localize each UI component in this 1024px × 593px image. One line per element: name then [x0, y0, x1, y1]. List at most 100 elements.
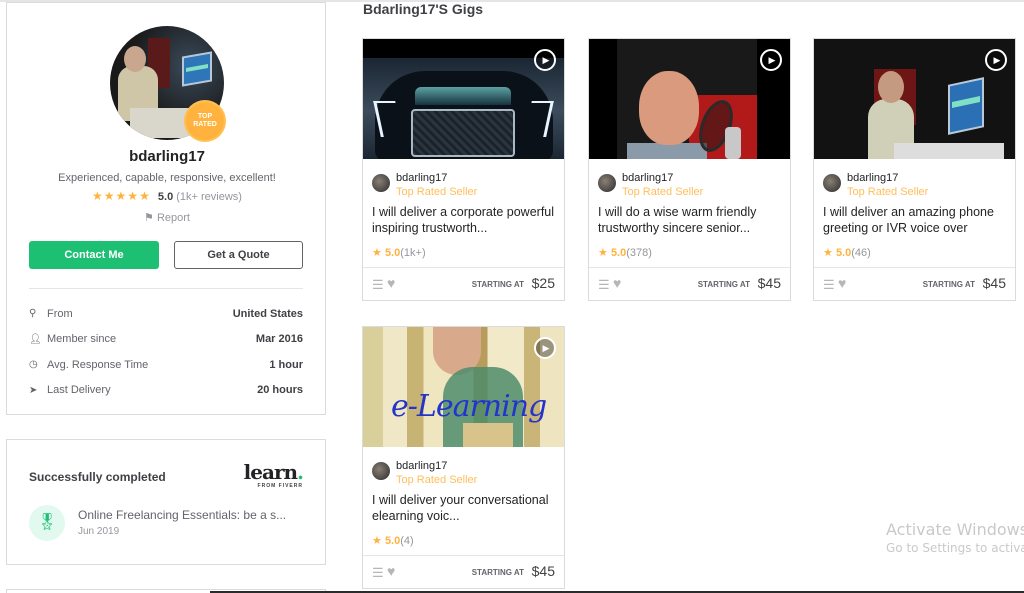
stat-label: Last Delivery: [47, 384, 111, 397]
star-icon: ★: [823, 247, 833, 259]
thumb-art: [639, 71, 699, 145]
gig-rating: ★ 5.0(1k+): [372, 246, 426, 259]
gig-price: $25: [531, 275, 555, 291]
heart-icon[interactable]: ♥: [838, 275, 846, 291]
gig-title[interactable]: I will deliver a corporate powerful insp…: [372, 204, 557, 236]
windows-activation-watermark: Activate Windows Go to Settings to activ…: [886, 520, 1024, 555]
gig-score: 5.0: [384, 247, 401, 259]
gig-thumbnail[interactable]: ▶: [589, 39, 790, 159]
seller-tagline: Experienced, capable, responsive, excell…: [58, 172, 276, 184]
collections-menu-icon[interactable]: ☰: [372, 277, 384, 293]
play-icon[interactable]: ▶: [534, 337, 556, 359]
gigs-section-title: Bdarling17'S Gigs: [363, 1, 484, 17]
star-icon: ★: [598, 247, 608, 259]
stat-label: Member since: [47, 333, 117, 346]
gig-rating: ★ 5.0(378): [598, 246, 652, 259]
stat-label: From: [47, 307, 73, 320]
seller-name[interactable]: bdarling17: [396, 460, 447, 472]
stat-last-delivery: ➤ Last Delivery 20 hours: [29, 378, 303, 404]
course-name[interactable]: Online Freelancing Essentials: be a s...: [78, 508, 286, 522]
gig-price: $45: [531, 563, 555, 579]
seller-avatar[interactable]: [372, 462, 390, 480]
divider: [29, 288, 303, 289]
seller-username[interactable]: bdarling17: [7, 148, 327, 165]
gig-review-count: (4): [400, 535, 414, 547]
learn-logo: learn. FROM FIVERR: [243, 460, 304, 489]
thumb-art: [725, 127, 741, 159]
stat-label: Avg. Response Time: [47, 358, 149, 371]
thumb-art: [411, 109, 515, 157]
learn-certificate-card: Successfully completed learn. FROM FIVER…: [6, 439, 326, 565]
avatar-head: [124, 46, 146, 72]
heart-icon[interactable]: ♥: [387, 275, 395, 291]
starting-at-label: STARTING AT: [471, 280, 524, 289]
gig-card[interactable]: ▶ bdarling17 Top Rated Seller I will del…: [362, 38, 565, 301]
seller-name[interactable]: bdarling17: [847, 172, 898, 184]
gig-thumbnail[interactable]: ▶: [814, 39, 1015, 159]
play-icon[interactable]: ▶: [534, 49, 556, 71]
gig-score: 5.0: [835, 247, 852, 259]
gig-title[interactable]: I will deliver your conversational elear…: [372, 492, 557, 524]
gig-review-count: (1k+): [400, 247, 426, 259]
starting-at-label: STARTING AT: [471, 568, 524, 577]
gig-title[interactable]: I will do a wise warm friendly trustwort…: [598, 204, 783, 236]
stat-value: Mar 2016: [255, 333, 303, 346]
gig-card[interactable]: ▶ bdarling17 Top Rated Seller I will del…: [813, 38, 1016, 301]
report-link[interactable]: ⚑ Report: [7, 211, 327, 224]
play-icon[interactable]: ▶: [760, 49, 782, 71]
heart-icon[interactable]: ♥: [613, 275, 621, 291]
flag-icon: ⚑: [144, 212, 154, 224]
gig-card[interactable]: ▶ bdarling17 Top Rated Seller I will do …: [588, 38, 791, 301]
contact-me-button[interactable]: Contact Me: [29, 241, 159, 269]
seller-name[interactable]: bdarling17: [396, 172, 447, 184]
seller-avatar[interactable]: [372, 174, 390, 192]
starting-at-label: STARTING AT: [922, 280, 975, 289]
seller-avatar[interactable]: [598, 174, 616, 192]
starting-at-label: STARTING AT: [697, 280, 750, 289]
stat-value: United States: [232, 307, 303, 320]
seller-level: Top Rated Seller: [622, 186, 704, 198]
collections-menu-icon[interactable]: ☰: [372, 565, 384, 581]
star-icon: ★: [372, 535, 382, 547]
gig-price: $45: [757, 275, 781, 291]
gig-rating: ★ 5.0(46): [823, 246, 871, 259]
paper-plane-icon: ➤: [29, 384, 38, 396]
thumb-art: [894, 143, 1004, 159]
collections-menu-icon[interactable]: ☰: [598, 277, 610, 293]
collections-menu-icon[interactable]: ☰: [823, 277, 835, 293]
gig-thumbnail[interactable]: ▶: [363, 39, 564, 159]
seller-level: Top Rated Seller: [847, 186, 929, 198]
thumb-art: [878, 71, 904, 103]
heart-icon[interactable]: ♥: [387, 563, 395, 579]
gig-card[interactable]: e-Learning ▶ bdarling17 Top Rated Seller…: [362, 326, 565, 589]
thumb-art: [415, 87, 511, 105]
seller-rating: ★★★★★ 5.0 (1k+ reviews): [7, 189, 327, 203]
location-pin-icon: ⚲: [29, 308, 37, 320]
get-a-quote-button[interactable]: Get a Quote: [174, 241, 303, 269]
gig-rating: ★ 5.0(4): [372, 534, 414, 547]
stat-from: ⚲ From United States: [29, 301, 303, 327]
review-count[interactable]: (1k+ reviews): [176, 191, 242, 203]
gig-review-count: (378): [626, 247, 652, 259]
gig-footer: ☰ ♥ STARTING AT $25: [363, 267, 564, 300]
seller-level: Top Rated Seller: [396, 186, 478, 198]
play-icon[interactable]: ▶: [985, 49, 1007, 71]
gig-review-count: (46): [851, 247, 871, 259]
seller-avatar[interactable]: [823, 174, 841, 192]
seller-level: Top Rated Seller: [396, 474, 478, 486]
certificate-icon: 🎖︎: [29, 505, 65, 541]
stat-response-time: ◷ Avg. Response Time 1 hour: [29, 352, 303, 378]
watermark-subtitle: Go to Settings to activate Windows.: [886, 541, 1024, 555]
thumb-art: [463, 423, 513, 447]
gig-title[interactable]: I will deliver an amazing phone greeting…: [823, 204, 1008, 236]
learn-logo-dot: .: [297, 460, 304, 484]
learn-logo-word: learn: [243, 460, 298, 484]
stat-member-since: 👤︎ Member since Mar 2016: [29, 327, 303, 353]
avatar-wrapper: TOP RATED: [110, 26, 224, 140]
gig-score: 5.0: [384, 535, 401, 547]
seller-name[interactable]: bdarling17: [622, 172, 673, 184]
learn-title: Successfully completed: [29, 470, 166, 484]
seller-profile-card: TOP RATED bdarling17 Experienced, capabl…: [6, 2, 326, 415]
watermark-title: Activate Windows: [886, 520, 1024, 539]
gig-thumbnail[interactable]: e-Learning ▶: [363, 327, 564, 447]
